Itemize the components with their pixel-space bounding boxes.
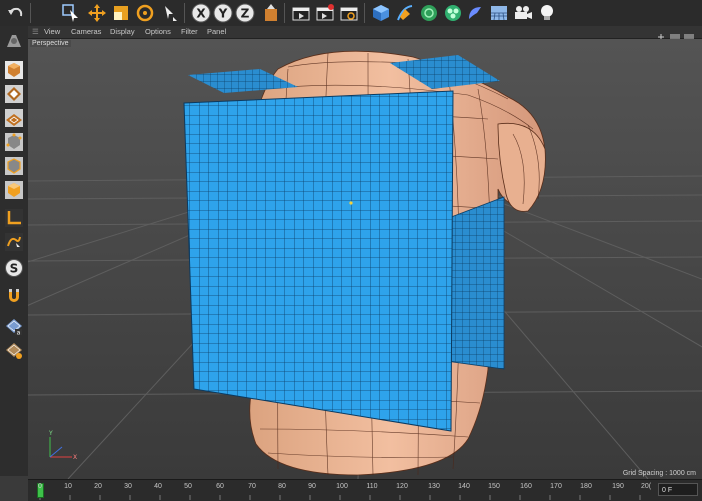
tweak-mode-icon[interactable] <box>3 231 25 253</box>
menu-cameras[interactable]: Cameras <box>71 26 101 38</box>
main-toolbar: X Y Z <box>0 0 702 27</box>
side-plane[interactable] <box>445 196 505 370</box>
tick-label: 130 <box>428 483 440 490</box>
snapping-icon[interactable] <box>3 285 25 307</box>
tick-label: 180 <box>580 483 592 490</box>
current-frame-field[interactable]: 0 F <box>658 483 698 496</box>
recent-tools-icon[interactable] <box>158 2 180 24</box>
tick-label: 70 <box>248 483 256 490</box>
left-tool-palette: S a <box>0 26 29 476</box>
coordinate-system-icon[interactable] <box>260 2 282 24</box>
cloner-icon[interactable] <box>442 2 464 24</box>
svg-text:X: X <box>73 454 77 461</box>
tick-label: 60 <box>216 483 224 490</box>
tick-label: 20 <box>94 483 102 490</box>
camera-icon[interactable] <box>512 2 534 24</box>
tick-label: 160 <box>520 483 532 490</box>
tick-label: 150 <box>488 483 500 490</box>
solo-icon[interactable]: S <box>3 257 25 279</box>
tick-label: 0 <box>38 483 42 490</box>
pen-icon[interactable] <box>394 2 416 24</box>
menu-filter[interactable]: Filter <box>181 26 198 38</box>
points-mode-icon[interactable] <box>3 131 25 153</box>
grid-spacing-label: Grid Spacing : 1000 cm <box>622 470 696 477</box>
subdivision-icon[interactable] <box>418 2 440 24</box>
menu-view[interactable]: View <box>44 26 60 38</box>
z-axis-label: Z <box>241 7 250 21</box>
render-settings-icon[interactable] <box>338 2 360 24</box>
edges-mode-icon[interactable] <box>3 155 25 177</box>
tick-label: 90 <box>308 483 316 490</box>
viewport-camera-label: Perspective <box>30 40 71 47</box>
enable-axis-icon[interactable] <box>3 207 25 229</box>
tick-label: 190 <box>612 483 624 490</box>
x-axis-label: X <box>196 7 206 21</box>
menu-panel[interactable]: Panel <box>207 26 226 38</box>
x-axis-lock-icon[interactable]: X <box>190 2 212 24</box>
tick-label: 20( <box>640 483 652 490</box>
tick-label: 170 <box>550 483 562 490</box>
tick-label: 50 <box>184 483 192 490</box>
live-selection-icon[interactable] <box>60 2 82 24</box>
tick-label: 110 <box>366 483 378 490</box>
timeline[interactable]: 0 10 20 30 40 50 60 70 80 90 100 110 120… <box>28 479 702 501</box>
polygons-mode-icon[interactable] <box>3 179 25 201</box>
viewport-scene: Y X <box>28 39 702 479</box>
floor-icon[interactable] <box>488 2 510 24</box>
y-axis-lock-icon[interactable]: Y <box>212 2 234 24</box>
cube-icon[interactable] <box>370 2 392 24</box>
make-editable-icon[interactable] <box>3 30 25 52</box>
tick-label: 140 <box>458 483 470 490</box>
render-view-icon[interactable] <box>290 2 312 24</box>
workplane-lock-icon[interactable]: a <box>3 315 25 337</box>
perspective-viewport[interactable]: Y X Perspective Grid Spacing : 1000 cm <box>28 39 702 479</box>
menu-display[interactable]: Display <box>110 26 135 38</box>
deformer-icon[interactable] <box>464 2 486 24</box>
menu-grip-icon: ☰ <box>32 27 39 36</box>
scale-icon[interactable] <box>110 2 132 24</box>
svg-text:S: S <box>10 262 19 276</box>
viewport-menu-bar: ☰ View Cameras Display Options Filter Pa… <box>28 26 702 40</box>
texture-mode-icon[interactable] <box>3 83 25 105</box>
workplane-align-icon[interactable] <box>3 339 25 361</box>
menu-options[interactable]: Options <box>145 26 171 38</box>
front-plane[interactable] <box>183 90 454 432</box>
tick-label: 80 <box>278 483 286 490</box>
tick-label: 10 <box>64 483 72 490</box>
z-axis-lock-icon[interactable]: Z <box>234 2 256 24</box>
svg-text:Y: Y <box>48 430 53 437</box>
tick-label: 120 <box>396 483 408 490</box>
rotate-icon[interactable] <box>134 2 156 24</box>
move-icon[interactable] <box>86 2 108 24</box>
object-axis-dot <box>349 201 353 205</box>
render-picture-viewer-icon[interactable] <box>314 2 336 24</box>
model-mode-icon[interactable] <box>3 59 25 81</box>
workplane-mode-icon[interactable] <box>3 107 25 129</box>
svg-text:a: a <box>17 330 21 337</box>
tick-label: 100 <box>336 483 348 490</box>
light-icon[interactable] <box>536 2 558 24</box>
undo-icon[interactable] <box>4 2 26 24</box>
tick-label: 40 <box>154 483 162 490</box>
y-axis-label: Y <box>218 7 228 21</box>
tick-label: 30 <box>124 483 132 490</box>
